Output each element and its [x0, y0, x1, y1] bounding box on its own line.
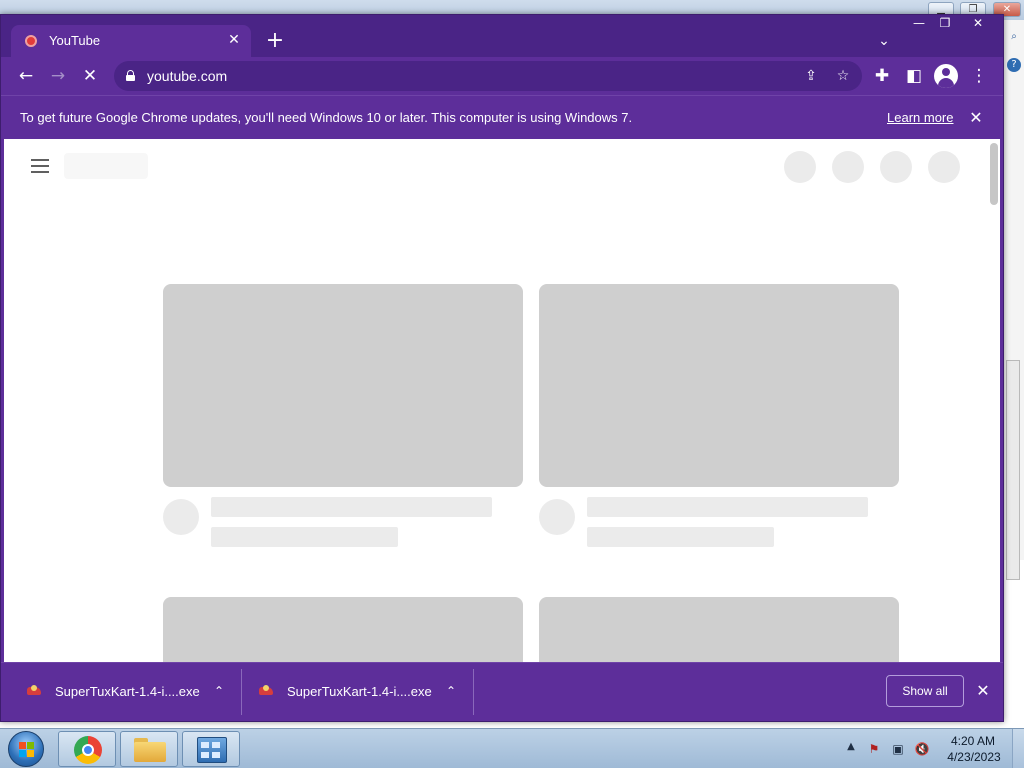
show-hidden-icons-arrow-icon[interactable]: ▲ [844, 741, 858, 755]
video-meta-placeholder [587, 527, 774, 547]
extensions-puzzle-icon[interactable]: ✚ [869, 63, 895, 89]
video-title-placeholder [587, 497, 868, 517]
side-panel-icon[interactable]: ◧ [901, 63, 927, 89]
downloads-bar: SuperTuxKart-1.4-i....exe ⌃ SuperTuxKart… [1, 662, 1003, 721]
infobar-message: To get future Google Chrome updates, you… [20, 110, 633, 125]
search-icon[interactable]: ⌕ [1007, 30, 1021, 44]
header-icon-placeholder [928, 151, 960, 183]
network-icon[interactable]: ▣ [890, 741, 906, 757]
new-tab-button[interactable]: + [263, 30, 287, 54]
background-scrollbar[interactable] [1006, 360, 1020, 580]
page-scrollbar[interactable] [990, 143, 998, 205]
channel-avatar-placeholder [539, 499, 575, 535]
profile-avatar-icon[interactable] [934, 64, 958, 88]
back-button[interactable]: ← [13, 63, 39, 89]
video-meta-placeholder [211, 527, 398, 547]
download-item[interactable]: SuperTuxKart-1.4-i....exe ⌃ [3, 667, 235, 715]
taskbar-explorer-button[interactable] [120, 731, 178, 767]
taskbar: ▲ ⚑ ▣ 🔇 4:20 AM 4/23/2023 [0, 728, 1024, 768]
action-center-flag-icon[interactable]: ⚑ [866, 741, 882, 757]
download-options-chevron-icon[interactable]: ⌃ [441, 681, 461, 701]
download-separator [473, 669, 474, 715]
minimize-button[interactable]: — [905, 15, 933, 33]
window-close-button[interactable]: ✕ [964, 15, 992, 33]
infobar-close-icon[interactable]: ✕ [965, 108, 987, 128]
video-thumbnail-placeholder [163, 284, 523, 487]
video-thumbnail-placeholder [539, 597, 899, 662]
tab-youtube[interactable]: YouTube ✕ [11, 25, 251, 57]
tab-strip: YouTube ✕ + ⌄ — ❐ ✕ [1, 15, 1003, 57]
help-icon[interactable]: ? [1007, 58, 1021, 72]
supertuxkart-file-icon [259, 685, 273, 697]
video-title-placeholder [211, 497, 492, 517]
stop-loading-button[interactable]: ✕ [77, 63, 103, 89]
show-desktop-button[interactable] [1012, 729, 1024, 768]
show-all-button[interactable]: Show all [886, 675, 964, 707]
lock-icon[interactable] [126, 70, 135, 81]
folder-icon [134, 738, 166, 762]
bookmark-star-icon[interactable]: ☆ [832, 65, 854, 87]
chrome-menu-icon[interactable]: ⋮ [966, 63, 992, 89]
clock-date[interactable]: 4/23/2023 [944, 750, 1004, 764]
header-icon-placeholder [880, 151, 912, 183]
control-panel-icon [197, 737, 227, 763]
video-thumbnail-placeholder [163, 597, 523, 662]
channel-avatar-placeholder [163, 499, 199, 535]
chrome-icon [74, 736, 102, 764]
background-window-side-strip: ⌕ ? [1002, 20, 1024, 580]
header-icon-placeholder [832, 151, 864, 183]
browser-toolbar: ← → ✕ youtube.com ⇪ ☆ ✚ ◧ ⋮ [1, 57, 1003, 95]
supertuxkart-file-icon [27, 685, 41, 697]
url-text[interactable]: youtube.com [147, 68, 227, 84]
video-thumbnail-placeholder [539, 284, 899, 487]
update-infobar: To get future Google Chrome updates, you… [1, 95, 1003, 139]
downloads-close-icon[interactable]: ✕ [972, 680, 994, 702]
youtube-logo-placeholder[interactable] [64, 153, 148, 179]
tab-close-icon[interactable]: ✕ [225, 31, 243, 49]
volume-muted-icon[interactable]: 🔇 [914, 741, 930, 757]
tab-search-chevron-icon[interactable]: ⌄ [873, 30, 895, 52]
share-icon[interactable]: ⇪ [800, 65, 822, 87]
download-filename: SuperTuxKart-1.4-i....exe [55, 684, 200, 699]
download-filename: SuperTuxKart-1.4-i....exe [287, 684, 432, 699]
taskbar-chrome-button[interactable] [58, 731, 116, 767]
address-bar[interactable]: youtube.com ⇪ ☆ [114, 61, 862, 91]
chrome-window: YouTube ✕ + ⌄ — ❐ ✕ ← → ✕ youtube.com ⇪ … [0, 14, 1004, 722]
download-item[interactable]: SuperTuxKart-1.4-i....exe ⌃ [235, 667, 467, 715]
forward-button[interactable]: → [45, 63, 71, 89]
learn-more-link[interactable]: Learn more [887, 110, 953, 125]
maximize-button[interactable]: ❐ [931, 15, 959, 33]
taskbar-control-panel-button[interactable] [182, 731, 240, 767]
clock-time[interactable]: 4:20 AM [950, 734, 996, 748]
download-options-chevron-icon[interactable]: ⌃ [209, 681, 229, 701]
header-icon-placeholder [784, 151, 816, 183]
hamburger-menu-icon[interactable] [31, 159, 51, 173]
start-button[interactable] [8, 731, 44, 767]
page-viewport [4, 139, 1000, 662]
youtube-favicon-icon [25, 35, 37, 47]
tab-title: YouTube [49, 33, 101, 48]
